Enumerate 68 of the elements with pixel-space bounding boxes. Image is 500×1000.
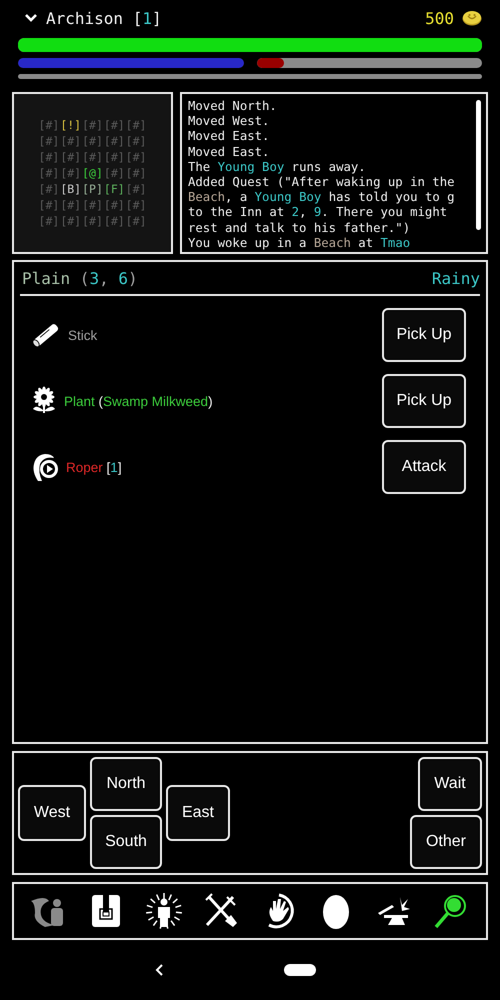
log-line: Moved North. [188,99,278,114]
log-line: rest and talk to his father.") [188,220,412,236]
chevron-down-icon[interactable] [24,13,38,23]
log-line: You woke up in a Beach at Tmao [188,236,412,252]
map-symbol: [#] [60,150,82,164]
home-button[interactable] [284,964,316,976]
entity-name: Roper [1] [66,460,123,474]
map-symbol: [#] [104,166,125,180]
log-line: Moved West. [188,114,270,130]
scrollbar[interactable] [476,100,481,230]
map-symbol: [#] [126,118,146,132]
other-button[interactable]: Other [410,815,482,869]
map-symbol: [#] [82,134,103,148]
entity-name: Stick [68,328,98,342]
map-symbol: [P] [82,182,103,196]
map-symbol: [F] [104,182,125,196]
map-symbol: [#] [60,166,82,180]
map-symbol: [#] [104,214,125,228]
character-name: Archison [1] [46,8,162,28]
map-symbol: [#] [104,118,125,132]
map-symbol: [#] [38,150,60,164]
map-symbol: [#] [38,134,60,148]
map-symbol: [#] [38,166,60,180]
map-symbol: [#] [126,150,146,164]
log-line: Moved East. [188,144,270,160]
map-symbol: [#] [126,134,146,148]
map-symbol: [!] [60,118,82,132]
log-line: Moved East. [188,129,270,145]
map-symbol: [@] [82,166,103,180]
location-title: Plain (3, 6) [22,268,138,288]
entity-name: Plant (Swamp Milkweed) [64,394,214,408]
map-symbol: [#] [126,214,146,228]
map-symbol: [#] [126,182,146,196]
action-button[interactable]: Pick Up [382,374,466,428]
weather-label: Rainy [432,268,480,288]
flower-icon [30,386,58,416]
action-button[interactable]: Attack [382,440,466,494]
wait-button[interactable]: Wait [418,757,482,811]
map-symbol: [#] [82,214,103,228]
east-button[interactable]: East [166,785,230,841]
log-line: Added Quest ("After waking up in the [188,175,456,190]
map-symbol: [#] [60,198,82,212]
back-icon[interactable] [154,963,164,977]
south-button[interactable]: South [90,815,162,869]
north-button[interactable]: North [90,757,162,811]
map-symbol: [#] [104,134,125,148]
map-symbol: [#] [38,198,60,212]
log-line: to the Inn at 2, 9. There you might [188,205,448,221]
coin-count: 500 [425,8,454,28]
coin-icon [462,10,482,26]
map-symbol: [#] [38,214,60,228]
map-symbol: [#] [82,198,103,212]
action-button[interactable]: Pick Up [382,308,466,362]
map-symbol: [#] [38,118,60,132]
map-symbol: [#] [104,150,125,164]
map-symbol: [#] [60,214,82,228]
map-symbol: [#] [82,150,103,164]
log-line: The Young Boy runs away. [188,160,367,176]
glowing-person-icon[interactable] [144,891,184,931]
map-symbol: [#] [126,166,146,180]
map-symbol: [#] [104,198,125,212]
west-button[interactable]: West [18,785,86,841]
map-symbol: [#] [126,198,146,212]
log-line: Beach, a Young Boy has told you to g [188,190,456,206]
map-symbol: [#] [82,118,103,132]
map-symbol: [B] [60,182,82,196]
map-symbol: [#] [38,182,60,196]
map-symbol: [#] [60,134,82,148]
